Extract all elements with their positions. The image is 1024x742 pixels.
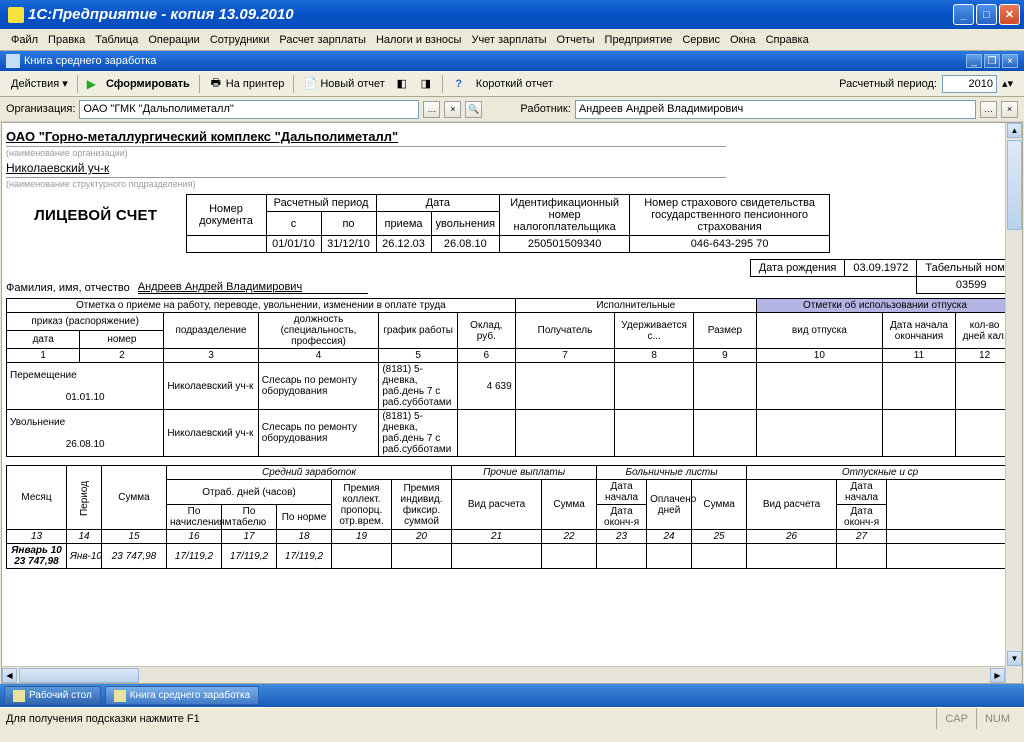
worker-clear-button[interactable]: × [1001,101,1018,118]
account-title: ЛИЦЕВОЙ СЧЕТ [34,207,157,224]
window-titlebar: 1С:Предприятие - копия 13.09.2010 _ □ ✕ [0,0,1024,29]
scroll-left-icon: ◀ [2,668,17,683]
org-value: ОАО "ГМК "Дальполиметалл" [83,103,415,115]
subwindow-titlebar: Книга среднего заработка _ ❐ × [0,51,1024,71]
menu-edit[interactable]: Правка [43,34,90,46]
menu-windows[interactable]: Окна [725,34,761,46]
statusbar: Для получения подсказки нажмите F1 CAP N… [0,707,1024,729]
org-label: Организация: [6,103,75,115]
horizontal-scrollbar[interactable]: ◀ ▶ [2,666,1005,683]
status-cap: CAP [936,708,976,729]
scroll-thumb-h [19,668,139,683]
new-report-button[interactable]: 📄Новый отчет [298,75,389,93]
task-desktop[interactable]: Рабочий стол [4,686,101,705]
app-icon [8,7,24,23]
header-table: ЛИЦЕВОЙ СЧЕТ Номер документа Расчетный п… [6,194,830,253]
menu-enterprise[interactable]: Предприятие [600,34,678,46]
printer-icon: 🖶 [209,77,223,91]
short-report-button[interactable]: Короткий отчет [471,76,558,92]
table-row[interactable]: Перемещение01.01.10 Николаевский уч-к Сл… [7,363,1014,410]
main-menu[interactable]: Файл Правка Таблица Операции Сотрудники … [0,29,1024,51]
help-icon: ? [452,77,466,91]
table-row[interactable]: Увольнение26.08.10 Николаевский уч-к Сле… [7,410,1014,457]
report-toolbar: Действия ▾ ▶ Сформировать 🖶На принтер 📄Н… [0,71,1024,97]
status-num: NUM [976,708,1018,729]
dept-title: Николаевский уч-к [6,159,1023,177]
scroll-up-icon: ▲ [1007,123,1022,138]
worker-label: Работник: [520,103,570,115]
menu-salary-acct[interactable]: Учет зарплаты [466,34,551,46]
birth-table: Дата рождения 03.09.1972 Табельный номер… [750,259,1023,294]
org-select-button[interactable]: … [423,101,440,118]
subwin-restore-button[interactable]: ❐ [984,54,1000,68]
period-label: Расчетный период: [834,76,942,92]
org-title: ОАО "Горно-металлургический комплекс "Да… [6,127,1023,146]
main-grid[interactable]: Отметка о приеме на работу, переводе, ув… [6,298,1014,457]
desktop-icon [13,690,25,702]
scroll-right-icon: ▶ [990,668,1005,683]
org-hint: (наименование организации) [6,146,726,158]
menu-file[interactable]: Файл [6,34,43,46]
summary-grid[interactable]: Месяц Период Сумма Средний заработок Про… [6,465,1014,569]
org-clear-button[interactable]: × [444,101,461,118]
subwin-close-button[interactable]: × [1002,54,1018,68]
new-report-icon: 📄 [303,77,317,91]
status-text: Для получения подсказки нажмите F1 [6,713,936,725]
vertical-scrollbar[interactable]: ▲ ▼ [1005,123,1022,683]
fio-value: Андреев Андрей Владимирович [138,281,368,294]
report-icon [6,54,20,68]
worker-value: Андреев Андрей Владимирович [579,103,972,115]
dept-hint: (наименование структурного подразделения… [6,177,726,189]
form-button[interactable]: Сформировать [101,76,195,92]
fio-label: Фамилия, имя, отчество [6,282,130,294]
menu-service[interactable]: Сервис [677,34,725,46]
menu-employees[interactable]: Сотрудники [205,34,275,46]
window-title: 1С:Предприятие - копия 13.09.2010 [28,6,953,23]
document-area: ОАО "Горно-металлургический комплекс "Да… [1,122,1023,684]
report-task-icon [114,690,126,702]
filter-bar: Организация: ОАО "ГМК "Дальполиметалл" …… [0,97,1024,122]
subwindow-title: Книга среднего заработка [24,55,964,67]
close-button[interactable]: ✕ [999,4,1020,25]
vacation-section-header[interactable]: Отметки об использовании отпуска [756,299,1013,313]
help-button[interactable]: ? [447,75,471,93]
print-button[interactable]: 🖶На принтер [204,75,290,93]
worker-select-button[interactable]: … [980,101,997,118]
window-taskbar: Рабочий стол Книга среднего заработка [0,684,1024,707]
worker-field[interactable]: Андреев Андрей Владимирович [575,100,976,119]
org-field[interactable]: ОАО "ГМК "Дальполиметалл" [79,100,419,119]
org-lookup-button[interactable]: 🔍 [465,101,482,118]
maximize-button[interactable]: □ [976,4,997,25]
menu-operations[interactable]: Операции [143,34,204,46]
menu-reports[interactable]: Отчеты [552,34,600,46]
period-input[interactable] [942,75,997,93]
tool-icon2[interactable]: ◨ [414,75,438,93]
scroll-thumb [1007,140,1022,230]
period-stepper[interactable]: ▴▾ [997,75,1018,92]
subwin-min-button[interactable]: _ [966,54,982,68]
minimize-button[interactable]: _ [953,4,974,25]
table-row[interactable]: Январь 1023 747,98 Янв-10 23 747,98 17/1… [7,544,1014,569]
actions-dropdown[interactable]: Действия ▾ [6,75,73,92]
tool-icon1[interactable]: ◧ [390,75,414,93]
menu-taxes[interactable]: Налоги и взносы [371,34,467,46]
run-icon[interactable]: ▶ [82,75,101,93]
menu-salary[interactable]: Расчет зарплаты [274,34,371,46]
menu-table[interactable]: Таблица [90,34,143,46]
task-report[interactable]: Книга среднего заработка [105,686,259,705]
scroll-down-icon: ▼ [1007,651,1022,666]
menu-help[interactable]: Справка [761,34,814,46]
